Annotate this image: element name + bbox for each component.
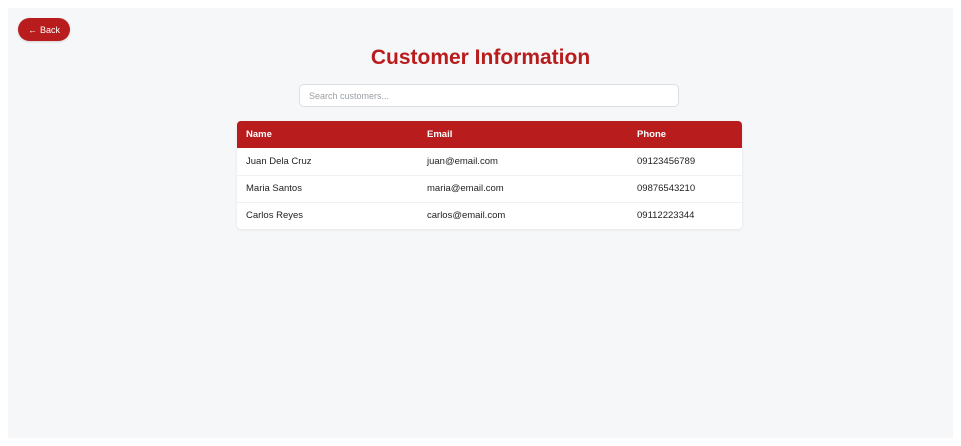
- column-header-phone: Phone: [637, 129, 667, 140]
- table-row: Carlos Reyes carlos@email.com 0911222334…: [237, 202, 742, 229]
- cell-email: carlos@email.com: [427, 210, 506, 222]
- cell-phone: 09876543210: [637, 183, 696, 194]
- cell-name: Maria Santos: [246, 183, 302, 194]
- customer-table: Name Email Phone Juan Dela Cruz juan@ema…: [237, 121, 742, 229]
- back-button-label: Back: [39, 24, 60, 35]
- table-header: Name Email Phone: [237, 121, 742, 148]
- cell-phone: 09123456789: [637, 155, 696, 167]
- page-title: Customer Information: [370, 46, 591, 69]
- back-button[interactable]: ← Back: [18, 18, 70, 41]
- page-container: ← Back Customer Information Name Email P…: [8, 8, 953, 438]
- cell-phone: 09112223344: [637, 210, 695, 222]
- cell-email: maria@email.com: [427, 183, 504, 194]
- cell-name: Juan Dela Cruz: [246, 155, 312, 167]
- search-input[interactable]: [299, 84, 679, 107]
- table-row: Juan Dela Cruz juan@email.com 0912345678…: [237, 148, 742, 175]
- table-header-row: Name Email Phone: [237, 121, 742, 148]
- table-body: Juan Dela Cruz juan@email.com 0912345678…: [237, 148, 742, 229]
- column-header-name: Name: [246, 129, 272, 140]
- customer-table-card: Name Email Phone Juan Dela Cruz juan@ema…: [237, 121, 742, 229]
- cell-email: juan@email.com: [427, 155, 498, 167]
- column-header-email: Email: [427, 129, 453, 140]
- arrow-left-icon: ←: [27, 24, 37, 35]
- table-row: Maria Santos maria@email.com 09876543210: [237, 175, 742, 202]
- cell-name: Carlos Reyes: [246, 210, 304, 222]
